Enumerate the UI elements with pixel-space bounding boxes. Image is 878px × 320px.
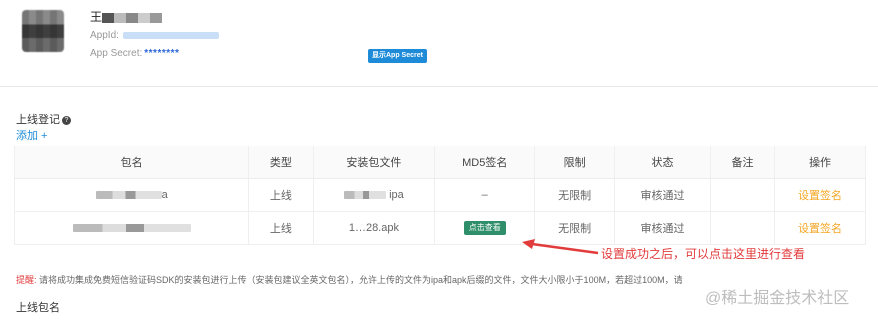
cell-file: ipa xyxy=(312,178,436,212)
file-ext: ipa xyxy=(389,189,404,201)
package-redacted xyxy=(95,191,162,200)
section-title: 上线登记? xyxy=(16,111,71,127)
watermark: @稀土掘金技术社区 xyxy=(705,290,850,307)
cell-note xyxy=(709,178,776,212)
package-table: 包名 类型 安装包文件 MD5签名 限制 状态 备注 操作 a 上线 ipa –… xyxy=(13,146,866,245)
col-op: 操作 xyxy=(774,146,866,179)
cell-md5: – xyxy=(434,178,536,212)
package-redacted xyxy=(72,224,191,233)
annotation-note: 设置成功之后，可以点击这里进行查看 xyxy=(601,247,806,261)
tip-text: 请将成功集成免费短信验证码SDK的安装包进行上传（安装包建议全英文包名），允许上… xyxy=(39,275,683,285)
cell-op: 设置签名 xyxy=(774,211,866,245)
col-limit: 限制 xyxy=(534,146,616,179)
app-id: AppId: xyxy=(90,30,219,41)
app-header: 王 AppId: App Secret: ******** 显示App Secre… xyxy=(0,0,878,87)
app-id-label: AppId: xyxy=(90,30,119,41)
cell-file: 1…28.apk xyxy=(312,211,436,245)
col-note: 备注 xyxy=(709,146,776,179)
col-status: 状态 xyxy=(614,146,711,179)
file-redacted xyxy=(344,191,387,200)
col-file: 安装包文件 xyxy=(312,146,436,179)
app-secret-value: ******** xyxy=(144,48,180,59)
app-name-redacted xyxy=(102,12,163,23)
cell-type: 上线 xyxy=(248,178,314,212)
table-row: 上线 1…28.apk 点击查看 无限制 审核通过 设置签名 xyxy=(13,211,866,245)
app-avatar xyxy=(22,10,64,52)
package-suffix: a xyxy=(161,189,168,201)
cell-note xyxy=(709,211,776,245)
col-md5: MD5签名 xyxy=(434,146,536,179)
upload-tip: 提醒: 请将成功集成免费短信验证码SDK的安装包进行上传（安装包建议全英文包名）… xyxy=(16,273,683,286)
cell-package xyxy=(13,211,250,245)
table-header-row: 包名 类型 安装包文件 MD5签名 限制 状态 备注 操作 xyxy=(13,146,866,179)
col-package: 包名 xyxy=(13,146,250,179)
col-type: 类型 xyxy=(248,146,314,179)
set-signature-link[interactable]: 设置签名 xyxy=(798,190,842,202)
app-secret: App Secret: ******** xyxy=(90,48,179,59)
upload-title: 上线包名 xyxy=(16,302,60,314)
section-title-text: 上线登记 xyxy=(16,114,60,126)
cell-status: 审核通过 xyxy=(614,211,711,245)
table-row: a 上线 ipa – 无限制 审核通过 设置签名 xyxy=(13,178,866,212)
app-id-redacted xyxy=(122,31,219,39)
cell-op: 设置签名 xyxy=(774,178,866,212)
cell-package: a xyxy=(13,178,250,212)
annotation-arrow xyxy=(522,239,599,255)
app-secret-label: App Secret: xyxy=(90,48,143,59)
app-name: 王 xyxy=(90,8,163,24)
show-secret-button[interactable]: 显示App Secret xyxy=(368,49,427,63)
cell-limit: 无限制 xyxy=(534,178,616,212)
help-icon[interactable]: ? xyxy=(62,115,71,125)
app-name-text: 王 xyxy=(90,10,103,24)
cell-status: 审核通过 xyxy=(614,178,711,212)
set-signature-link[interactable]: 设置签名 xyxy=(798,223,842,235)
tip-label: 提醒: xyxy=(16,275,37,285)
cell-type: 上线 xyxy=(248,211,314,245)
add-link[interactable]: 添加 + xyxy=(16,127,47,143)
view-md5-button[interactable]: 点击查看 xyxy=(463,221,506,235)
